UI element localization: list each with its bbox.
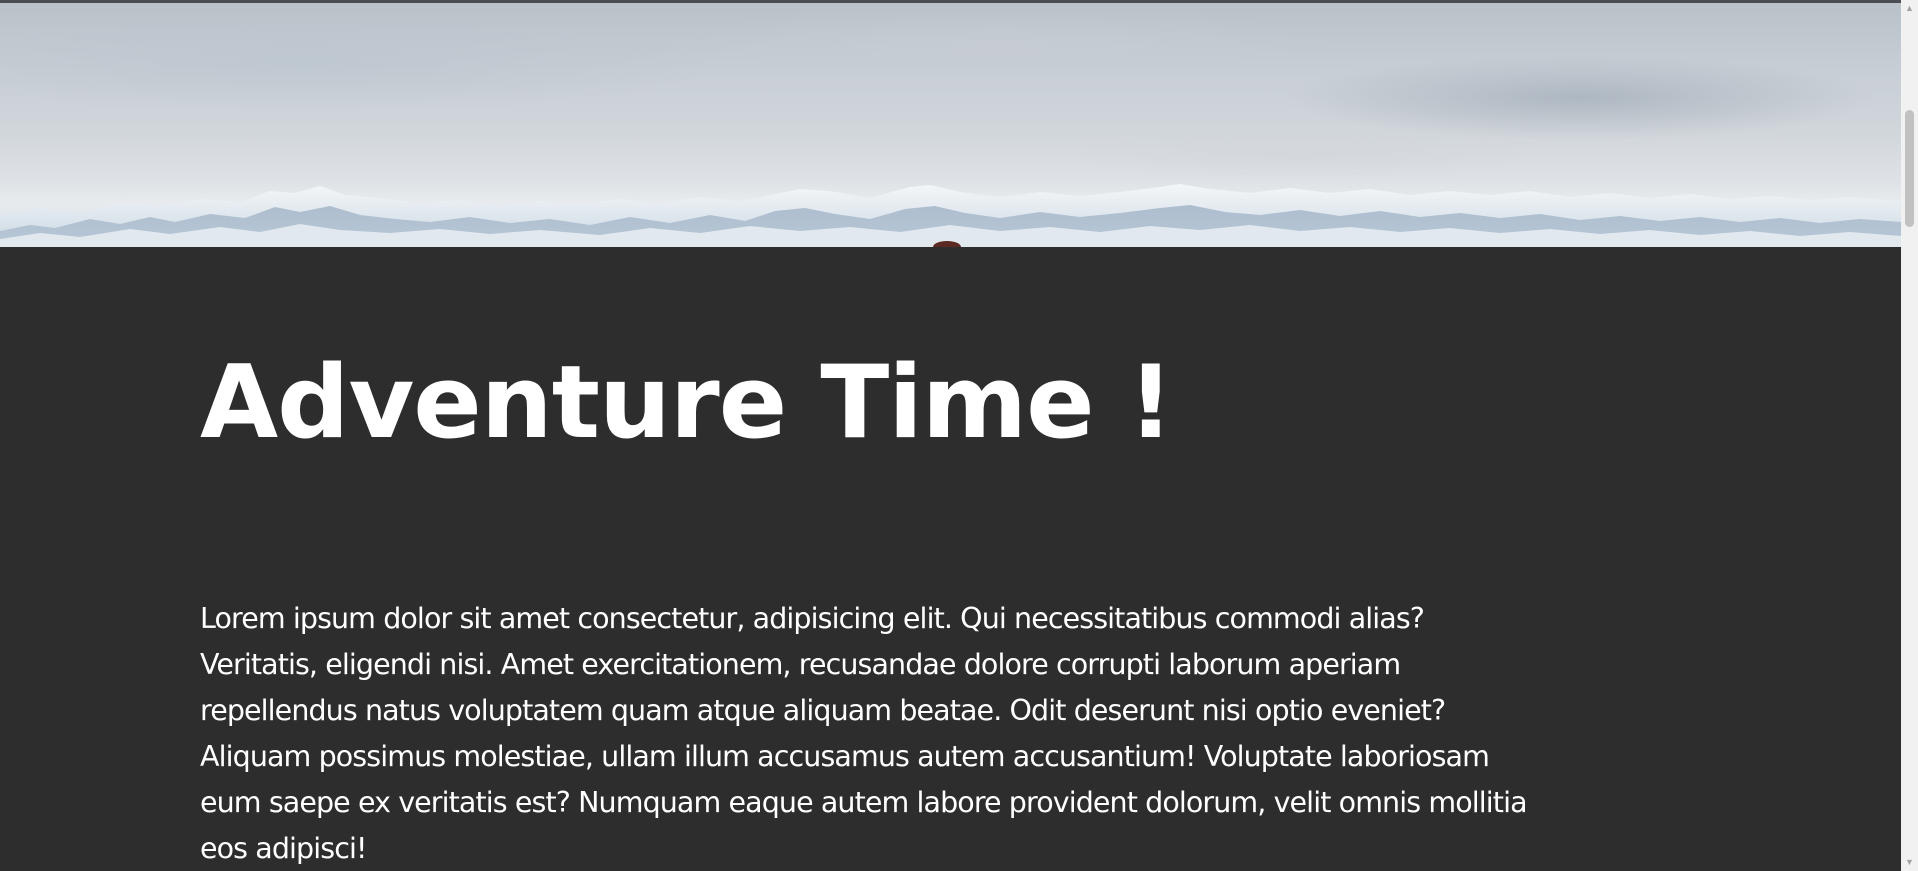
scroll-down-button[interactable]: ▼: [1901, 854, 1918, 871]
paragraph-line: eos adipisci!: [200, 832, 367, 865]
scroll-up-button[interactable]: ▲: [1901, 0, 1918, 17]
vertical-scrollbar[interactable]: ▲ ▼: [1901, 0, 1918, 871]
triangle-up-icon: ▲: [1905, 3, 1914, 13]
paragraph-line: Lorem ipsum dolor sit amet consectetur, …: [200, 602, 1425, 635]
page-title: Adventure Time !: [200, 343, 1174, 461]
mountain-range-graphic: [0, 184, 1901, 247]
paragraph-line: Aliquam possimus molestiae, ullam illum …: [200, 740, 1490, 773]
hero-image: [0, 3, 1901, 247]
paragraph-line: Veritatis, eligendi nisi. Amet exercitat…: [200, 648, 1401, 681]
triangle-down-icon: ▼: [1905, 857, 1914, 867]
browser-viewport: Adventure Time ! Lorem ipsum dolor sit a…: [0, 0, 1918, 871]
paragraph-line: eum saepe ex veritatis est? Numquam eaqu…: [200, 786, 1528, 819]
scrollbar-thumb[interactable]: [1905, 110, 1914, 227]
paragraph-line: repellendus natus voluptatem quam atque …: [200, 694, 1446, 727]
page: Adventure Time ! Lorem ipsum dolor sit a…: [0, 0, 1901, 871]
intro-paragraph: Lorem ipsum dolor sit amet consectetur, …: [200, 596, 1690, 871]
